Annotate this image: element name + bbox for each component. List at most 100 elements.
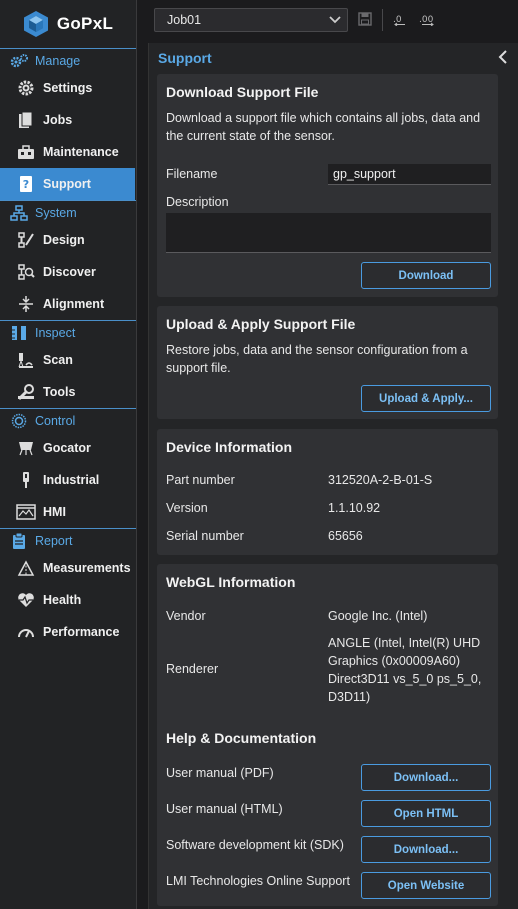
sidebar-item-health[interactable]: Health (0, 584, 136, 616)
sidebar: GoPxL Manage Settings Jobs Maintenance ?… (0, 0, 137, 909)
decimal-decrease-button[interactable]: .0 (389, 9, 411, 31)
sidebar-item-label: Scan (43, 353, 73, 367)
sidebar-item-measurements[interactable]: Measurements (0, 552, 136, 584)
section-label: Report (35, 533, 73, 548)
card-title: Upload & Apply Support File (166, 316, 356, 332)
renderer-value-line: D3D11) (328, 690, 371, 704)
sidebar-item-label: Jobs (43, 113, 73, 127)
sidebar-item-maintenance[interactable]: Maintenance (0, 136, 136, 168)
card-title: Help & Documentation (166, 730, 317, 746)
app-name: GoPxL (56, 14, 114, 33)
sidebar-item-label: Industrial (43, 473, 100, 487)
sidebar-item-alignment[interactable]: Alignment (0, 288, 136, 320)
sidebar-item-tools[interactable]: Tools (0, 376, 136, 408)
clipboard-icon (10, 532, 28, 549)
user-manual-pdf-label: User manual (PDF) (166, 766, 274, 780)
toolbox-icon (16, 142, 36, 162)
version-value: 1.1.10.92 (328, 501, 381, 515)
card-description: Restore jobs, data and the sensor config… (166, 343, 468, 375)
job-select-value: Job01 (167, 13, 202, 27)
renderer-value-line: ANGLE (Intel, Intel(R) UHD (328, 636, 481, 650)
sidebar-item-label: Performance (43, 625, 120, 639)
sidebar-item-label: Measurements (43, 561, 131, 575)
open-website-button[interactable]: Open Website (361, 872, 491, 899)
industrial-icon (16, 470, 36, 490)
sidebar-item-label: Gocator (43, 441, 91, 455)
sidebar-item-gocator[interactable]: Gocator (0, 432, 136, 464)
sidebar-item-label: Tools (43, 385, 76, 399)
sidebar-item-label: Settings (43, 81, 93, 95)
gauge-icon (16, 622, 36, 642)
alignment-icon (16, 294, 36, 314)
ruler-icon (10, 325, 28, 341)
serial-number-value: 65656 (328, 529, 363, 543)
sidebar-item-hmi[interactable]: HMI (0, 496, 136, 528)
version-label: Version (166, 501, 208, 515)
tools-icon (16, 382, 36, 402)
card-title: WebGL Information (166, 574, 296, 590)
save-job-button[interactable] (354, 9, 376, 31)
open-html-button[interactable]: Open HTML (361, 800, 491, 827)
design-icon (16, 230, 36, 250)
sidebar-item-jobs[interactable]: Jobs (0, 104, 136, 136)
download-support-card: Download Support File Download a support… (157, 74, 498, 297)
sidebar-item-industrial[interactable]: Industrial (0, 464, 136, 496)
download-button[interactable]: Download (361, 262, 491, 289)
vendor-label: Vendor (166, 609, 206, 623)
device-info-card: Device Information Part number 312520A-2… (157, 429, 498, 555)
job-select[interactable]: Job01 (154, 8, 348, 32)
sidebar-item-settings[interactable]: Settings (0, 72, 136, 104)
sidebar-item-performance[interactable]: Performance (0, 616, 136, 648)
hmi-icon (16, 502, 36, 522)
collapse-panel-button[interactable] (494, 49, 512, 67)
top-toolbar: Job01 .0 .00 (148, 0, 518, 40)
section-label: System (35, 205, 77, 220)
panel-title: Support (158, 50, 212, 66)
heart-icon (16, 590, 36, 610)
description-label: Description (166, 195, 229, 209)
decimal-increase-icon: .00 (419, 12, 437, 29)
logo-cube-icon (23, 11, 48, 37)
renderer-value-line: Direct3D11 vs_5_0 ps_5_0, (328, 672, 482, 686)
control-icon (10, 413, 28, 429)
scan-icon (16, 350, 36, 370)
svg-text:.0: .0 (393, 15, 402, 25)
network-icon (10, 204, 28, 221)
download-pdf-button[interactable]: Download... (361, 764, 491, 791)
gocator-icon (16, 438, 36, 458)
section-report[interactable]: Report (0, 528, 136, 552)
sidebar-item-label: Alignment (43, 297, 105, 311)
section-system[interactable]: System (0, 200, 136, 224)
section-inspect[interactable]: Inspect (0, 320, 136, 344)
support-panel: Support Download Support File Download a… (148, 43, 518, 909)
part-number-label: Part number (166, 473, 235, 487)
section-label: Control (35, 413, 76, 428)
section-control[interactable]: Control (0, 408, 136, 432)
card-description: Download a support file which contains a… (166, 111, 481, 143)
upload-apply-button[interactable]: Upload & Apply... (361, 385, 491, 412)
sidebar-item-scan[interactable]: Scan (0, 344, 136, 376)
online-support-label: LMI Technologies Online Support (166, 874, 350, 888)
description-field[interactable] (166, 213, 491, 253)
gears-icon (10, 53, 28, 69)
renderer-value-line: Graphics (0x00009A60) (328, 654, 461, 668)
serial-number-label: Serial number (166, 529, 244, 543)
sidebar-item-label: Design (43, 233, 85, 247)
part-number-value: 312520A-2-B-01-S (328, 473, 433, 487)
sidebar-item-label: Support (43, 177, 91, 191)
sidebar-item-support[interactable]: ? Support (0, 168, 135, 200)
section-label: Manage (35, 53, 81, 68)
section-manage[interactable]: Manage (0, 48, 136, 72)
decimal-increase-button[interactable]: .00 (417, 9, 439, 31)
sidebar-item-label: Maintenance (43, 145, 119, 159)
renderer-label: Renderer (166, 662, 219, 676)
filename-field[interactable]: gp_support (328, 164, 491, 185)
discover-icon (16, 262, 36, 282)
help-docs-card: Help & Documentation User manual (PDF) D… (157, 721, 498, 906)
document-icon (16, 110, 36, 130)
sidebar-item-discover[interactable]: Discover (0, 256, 136, 288)
sidebar-item-label: Discover (43, 265, 96, 279)
sidebar-item-design[interactable]: Design (0, 224, 136, 256)
gear-icon (16, 78, 36, 98)
download-sdk-button[interactable]: Download... (361, 836, 491, 863)
